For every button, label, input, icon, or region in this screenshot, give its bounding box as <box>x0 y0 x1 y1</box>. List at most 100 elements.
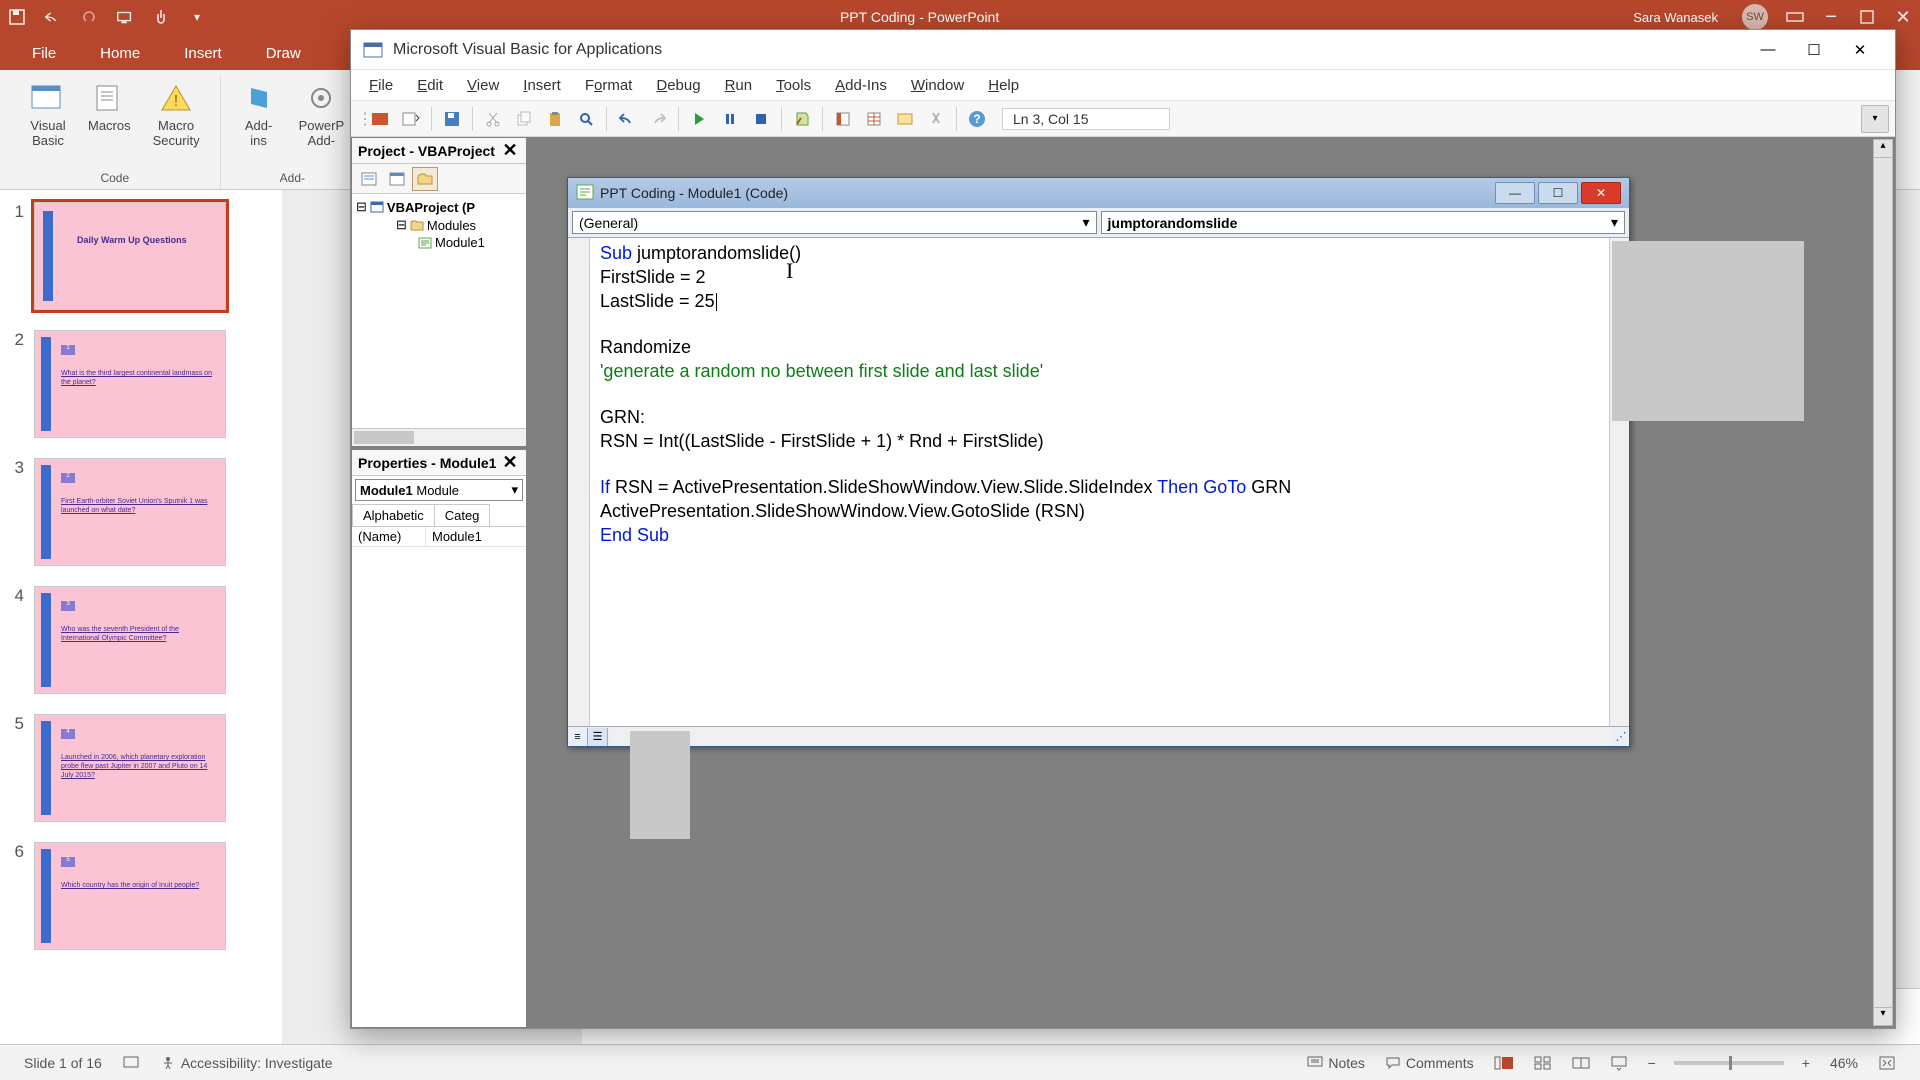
object-dropdown[interactable]: Module1 Module ▾ <box>355 479 523 501</box>
zoom-value[interactable]: 46% <box>1830 1055 1858 1071</box>
redo-icon[interactable] <box>80 8 98 26</box>
qat-more-icon[interactable]: ▾ <box>188 8 206 26</box>
avatar[interactable]: SW <box>1742 4 1768 30</box>
menu-window[interactable]: Window <box>901 73 974 98</box>
slideshow-view-icon[interactable] <box>1610 1055 1628 1071</box>
project-explorer-title[interactable]: Project - VBAProject ✕ <box>352 138 526 164</box>
slide-thumbnail[interactable]: 4Launched in 2006, which planetary explo… <box>34 714 226 822</box>
view-code-icon[interactable] <box>356 167 382 191</box>
slide-thumbnail-panel[interactable]: 1Daily Warm Up Questions21What is the th… <box>0 190 282 1044</box>
addins-button[interactable]: Add- ins <box>231 76 287 169</box>
notes-button[interactable]: Notes <box>1307 1055 1365 1071</box>
resize-grip-icon[interactable]: ⋰ <box>1613 730 1629 743</box>
undo-icon[interactable] <box>613 105 641 133</box>
tab-categorized[interactable]: Categ <box>434 504 491 526</box>
visual-basic-button[interactable]: Visual Basic <box>20 76 76 169</box>
ribbon-display-icon[interactable] <box>1786 8 1804 26</box>
object-browser-icon[interactable] <box>891 105 919 133</box>
properties-window-icon[interactable] <box>860 105 888 133</box>
code-maximize-icon[interactable]: ☐ <box>1538 182 1578 204</box>
mdi-v-scrollbar[interactable]: ▴ ▾ <box>1873 139 1893 1026</box>
reset-icon[interactable] <box>747 105 775 133</box>
tab-file[interactable]: File <box>10 37 78 70</box>
menu-file[interactable]: File <box>359 73 403 98</box>
tab-insert[interactable]: Insert <box>162 37 244 70</box>
design-mode-icon[interactable] <box>788 105 816 133</box>
undo-icon[interactable] <box>44 8 62 26</box>
full-module-view-icon[interactable]: ☰ <box>588 728 608 746</box>
maximize-icon[interactable] <box>1858 8 1876 26</box>
help-icon[interactable]: ? <box>963 105 991 133</box>
menu-debug[interactable]: Debug <box>646 73 710 98</box>
close-icon[interactable]: ✕ <box>500 453 520 473</box>
zoom-in-icon[interactable]: + <box>1802 1055 1810 1071</box>
slide-thumbnail[interactable]: 2First Earth-orbiter Soviet Union's Sput… <box>34 458 226 566</box>
vba-minimize-icon[interactable]: — <box>1745 35 1791 65</box>
toolbar-overflow-icon[interactable]: ▾ <box>1861 105 1889 133</box>
menu-add-ins[interactable]: Add-Ins <box>825 73 897 98</box>
find-icon[interactable] <box>572 105 600 133</box>
project-explorer-icon[interactable] <box>829 105 857 133</box>
view-ppt-icon[interactable] <box>366 105 394 133</box>
menu-view[interactable]: View <box>457 73 509 98</box>
v-scrollbar[interactable] <box>1609 238 1629 726</box>
properties-grid[interactable]: (Name) Module1 <box>352 527 526 1027</box>
save-icon[interactable] <box>8 8 26 26</box>
tab-home[interactable]: Home <box>78 37 162 70</box>
menu-format[interactable]: Format <box>575 73 643 98</box>
code-editor[interactable]: Sub jumptorandomslide() FirstSlide = 2I … <box>590 238 1609 726</box>
properties-title[interactable]: Properties - Module1 ✕ <box>352 450 526 476</box>
close-icon[interactable]: ✕ <box>500 141 520 161</box>
run-icon[interactable] <box>685 105 713 133</box>
object-dropdown[interactable]: (General)▾ <box>572 211 1097 234</box>
close-icon[interactable]: ✕ <box>1894 8 1912 26</box>
procedure-view-icon[interactable]: ≡ <box>568 728 588 746</box>
fit-to-window-icon[interactable] <box>1878 1055 1896 1071</box>
view-object-icon[interactable] <box>384 167 410 191</box>
start-from-beginning-icon[interactable] <box>116 8 134 26</box>
vba-maximize-icon[interactable]: ☐ <box>1791 35 1837 65</box>
minimize-icon[interactable]: − <box>1822 8 1840 26</box>
menu-edit[interactable]: Edit <box>407 73 453 98</box>
comments-button[interactable]: Comments <box>1385 1055 1474 1071</box>
h-scrollbar[interactable] <box>352 428 526 446</box>
normal-view-icon[interactable] <box>1494 1055 1514 1071</box>
reading-view-icon[interactable] <box>1572 1056 1590 1070</box>
break-icon[interactable] <box>716 105 744 133</box>
slide-thumbnail[interactable]: Daily Warm Up Questions <box>34 202 226 310</box>
slide-thumbnail[interactable]: 5Which country has the origin of Inuit p… <box>34 842 226 950</box>
sorter-view-icon[interactable] <box>1534 1055 1552 1071</box>
vba-title-bar[interactable]: Microsoft Visual Basic for Applications … <box>351 30 1895 70</box>
procedure-dropdown[interactable]: jumptorandomslide▾ <box>1101 211 1626 234</box>
module1-label[interactable]: Module1 <box>435 235 485 250</box>
cut-icon[interactable] <box>479 105 507 133</box>
ppt-addins-button[interactable]: PowerP Add- <box>289 76 355 169</box>
language-icon[interactable] <box>122 1055 140 1071</box>
paste-icon[interactable] <box>541 105 569 133</box>
slide-thumbnail[interactable]: 3Who was the seventh President of the In… <box>34 586 226 694</box>
macros-button[interactable]: Macros <box>78 76 141 169</box>
menu-insert[interactable]: Insert <box>513 73 571 98</box>
tab-alphabetic[interactable]: Alphabetic <box>352 504 435 526</box>
prop-val[interactable]: Module1 <box>426 527 488 546</box>
code-minimize-icon[interactable]: — <box>1495 182 1535 204</box>
code-close-icon[interactable]: ✕ <box>1581 182 1621 204</box>
project-tree[interactable]: ⊟VBAProject (P ⊟Modules Module1 <box>352 194 526 428</box>
menu-run[interactable]: Run <box>715 73 763 98</box>
menu-tools[interactable]: Tools <box>766 73 821 98</box>
tab-draw[interactable]: Draw <box>244 37 323 70</box>
user-name[interactable]: Sara Wanasek <box>1633 10 1718 25</box>
redo-icon[interactable] <box>644 105 672 133</box>
zoom-slider[interactable] <box>1674 1061 1784 1065</box>
copy-icon[interactable] <box>510 105 538 133</box>
accessibility-status[interactable]: Accessibility: Investigate <box>160 1055 333 1071</box>
vba-close-icon[interactable]: ✕ <box>1837 35 1883 65</box>
macro-security-button[interactable]: ! Macro Security <box>143 76 210 169</box>
zoom-out-icon[interactable]: − <box>1648 1055 1656 1071</box>
h-scrollbar[interactable] <box>610 729 1611 745</box>
save-icon[interactable] <box>438 105 466 133</box>
code-title-bar[interactable]: PPT Coding - Module1 (Code) — ☐ ✕ <box>568 178 1629 208</box>
insert-item-icon[interactable] <box>397 105 425 133</box>
slide-thumbnail[interactable]: 1What is the third largest continental l… <box>34 330 226 438</box>
menu-help[interactable]: Help <box>978 73 1029 98</box>
